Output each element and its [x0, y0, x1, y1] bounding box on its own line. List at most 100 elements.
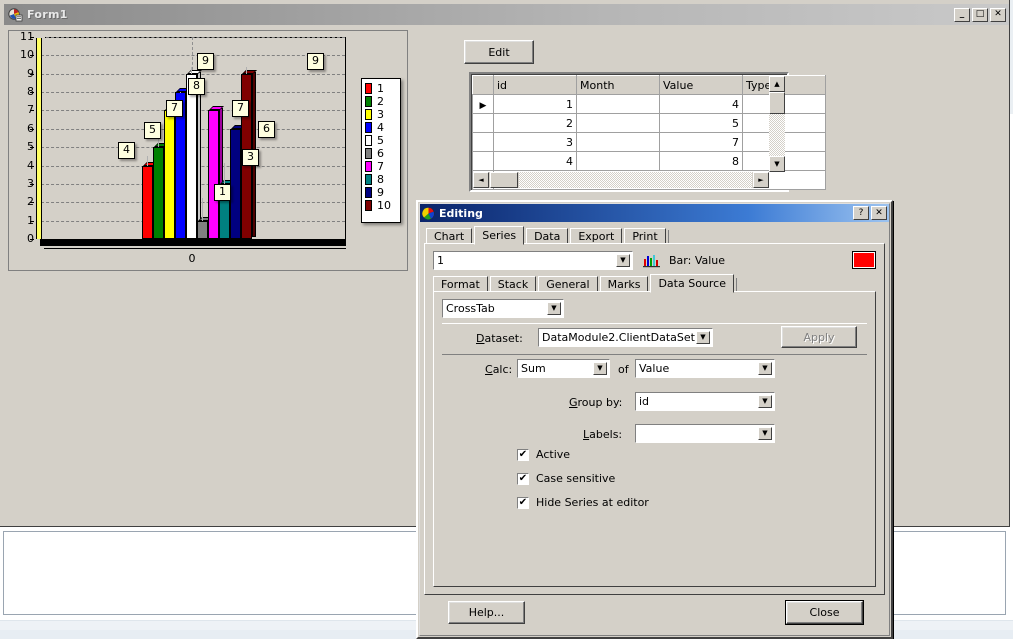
data-grid[interactable]: id Month Value Type ▶ 1 4 2 5 3 7 4 8 ▲ ▼ ◄ ► [469, 72, 826, 192]
tab-chart[interactable]: Chart [426, 228, 473, 244]
help-button[interactable]: Help... [448, 601, 525, 624]
form1-window-controls: _ □ ✕ [954, 7, 1007, 22]
column-header[interactable]: Month [576, 75, 660, 95]
y-axis-tick-mark [30, 73, 34, 75]
legend-swatch [365, 109, 372, 120]
legend-item[interactable]: 3 [365, 108, 400, 121]
cell-id[interactable]: 1 [493, 94, 577, 114]
chart-panel[interactable]: 11 10 9 8 7 6 5 4 3 2 1 0 4578917369 0 1 2 3 4 5 6 7 8 9 10 [8, 30, 408, 271]
chart-bar[interactable] [164, 106, 180, 239]
grid-horizontal-scrollbar[interactable]: ◄ ► [473, 172, 769, 188]
tab-print[interactable]: Print [624, 228, 666, 244]
tab-export[interactable]: Export [570, 228, 623, 244]
grid-vertical-scrollbar[interactable]: ▲ ▼ [769, 76, 785, 172]
legend-item[interactable]: 2 [365, 95, 400, 108]
legend-item[interactable]: 6 [365, 147, 400, 160]
series-subtabstrip[interactable]: Format Stack General Marks Data Source [433, 274, 876, 293]
chart-bar[interactable] [197, 216, 213, 239]
subtab-general[interactable]: General [538, 276, 598, 292]
subtab-format[interactable]: Format [433, 276, 488, 292]
cell-id[interactable]: 4 [493, 151, 577, 171]
row-indicator[interactable]: ▶ [472, 94, 494, 114]
legend-item[interactable]: 8 [365, 173, 400, 186]
cell-value[interactable]: 8 [659, 151, 743, 171]
datasource-mode-select[interactable]: CrossTab ▼ [442, 299, 564, 318]
cell-value[interactable]: 5 [659, 113, 743, 133]
groupby-select[interactable]: id ▼ [635, 392, 775, 411]
chevron-down-icon[interactable]: ▼ [616, 253, 630, 267]
close-button[interactable]: ✕ [990, 7, 1006, 22]
vscroll-track[interactable] [769, 114, 785, 156]
legend-label: 7 [377, 160, 384, 173]
scroll-up-button[interactable]: ▲ [769, 76, 785, 92]
row-indicator[interactable] [472, 132, 494, 152]
cell-value[interactable]: 4 [659, 94, 743, 114]
chevron-down-icon[interactable]: ▼ [593, 362, 607, 375]
scroll-right-button[interactable]: ► [753, 172, 769, 188]
of-field-select[interactable]: Value ▼ [635, 359, 775, 378]
cell-month[interactable] [576, 94, 660, 114]
subtab-stack[interactable]: Stack [489, 276, 537, 292]
subtab-marks[interactable]: Marks [599, 276, 649, 292]
apply-button[interactable]: Apply [781, 326, 857, 348]
calc-select[interactable]: Sum ▼ [517, 359, 610, 378]
cell-month[interactable] [576, 113, 660, 133]
legend-item[interactable]: 9 [365, 186, 400, 199]
maximize-button[interactable]: □ [972, 7, 988, 22]
data-grid-inner: id Month Value Type ▶ 1 4 2 5 3 7 4 8 ▲ ▼ ◄ ► [471, 74, 826, 190]
legend-item[interactable]: 1 [365, 82, 400, 95]
chevron-down-icon[interactable]: ▼ [758, 427, 772, 440]
vscroll-thumb[interactable] [769, 92, 785, 114]
calc-select-value: Sum [521, 362, 546, 375]
chevron-down-icon[interactable]: ▼ [758, 395, 772, 408]
legend-item[interactable]: 5 [365, 134, 400, 147]
chevron-down-icon[interactable]: ▼ [547, 302, 561, 315]
chart-legend[interactable]: 1 2 3 4 5 6 7 8 9 10 [361, 78, 401, 223]
chart-bar[interactable] [186, 69, 202, 239]
chart-bar[interactable] [153, 143, 169, 239]
checkbox-row[interactable]: ✔ Hide Series at editor [517, 495, 649, 510]
checkbox-row[interactable]: ✔ Case sensitive [517, 471, 649, 486]
help-titlebar-button[interactable]: ? [853, 206, 869, 220]
subtab-data-source[interactable]: Data Source [650, 274, 734, 293]
form1-titlebar[interactable]: Form1 _ □ ✕ [4, 4, 1009, 25]
cell-value[interactable]: 7 [659, 132, 743, 152]
legend-item[interactable]: 10 [365, 199, 400, 212]
series-color-swatch[interactable] [852, 251, 876, 269]
edit-button[interactable]: Edit [464, 40, 534, 64]
checkbox-row[interactable]: ✔ Active [517, 447, 649, 462]
checkbox-hide-series-at-editor[interactable]: ✔ [517, 496, 529, 509]
scroll-down-button[interactable]: ▼ [769, 156, 785, 172]
editing-dialog-titlebar[interactable]: Editing ? ✕ [420, 204, 889, 222]
checkbox-active[interactable]: ✔ [517, 448, 529, 461]
hscroll-track[interactable] [519, 172, 752, 188]
tab-separator [667, 230, 669, 244]
chart-bar[interactable] [230, 124, 246, 239]
row-indicator[interactable] [472, 113, 494, 133]
dataset-select[interactable]: DataModule2.ClientDataSet1 ▼ [538, 328, 713, 347]
chart-bar[interactable] [142, 161, 158, 239]
cell-id[interactable]: 2 [493, 113, 577, 133]
column-header[interactable]: id [493, 75, 577, 95]
cell-month[interactable] [576, 132, 660, 152]
dialog-close-action-button[interactable]: Close [785, 600, 864, 625]
cell-month[interactable] [576, 151, 660, 171]
tab-series[interactable]: Series [474, 226, 525, 245]
labels-select[interactable]: ▼ [635, 424, 775, 443]
hscroll-thumb[interactable] [490, 172, 518, 188]
chevron-down-icon[interactable]: ▼ [758, 362, 772, 375]
column-header[interactable]: Value [659, 75, 743, 95]
legend-item[interactable]: 4 [365, 121, 400, 134]
legend-item[interactable]: 7 [365, 160, 400, 173]
dialog-close-button[interactable]: ✕ [871, 206, 887, 220]
checkbox-case-sensitive[interactable]: ✔ [517, 472, 529, 485]
minimize-button[interactable]: _ [954, 7, 970, 22]
chevron-down-icon[interactable]: ▼ [696, 331, 710, 344]
chart-bar[interactable] [208, 106, 224, 239]
scroll-left-button[interactable]: ◄ [473, 172, 489, 188]
cell-id[interactable]: 3 [493, 132, 577, 152]
series-select[interactable]: 1 ▼ [433, 250, 633, 270]
row-indicator[interactable] [472, 151, 494, 171]
tab-data[interactable]: Data [526, 228, 569, 244]
dialog-tabstrip[interactable]: Chart Series Data Export Print [426, 226, 885, 245]
